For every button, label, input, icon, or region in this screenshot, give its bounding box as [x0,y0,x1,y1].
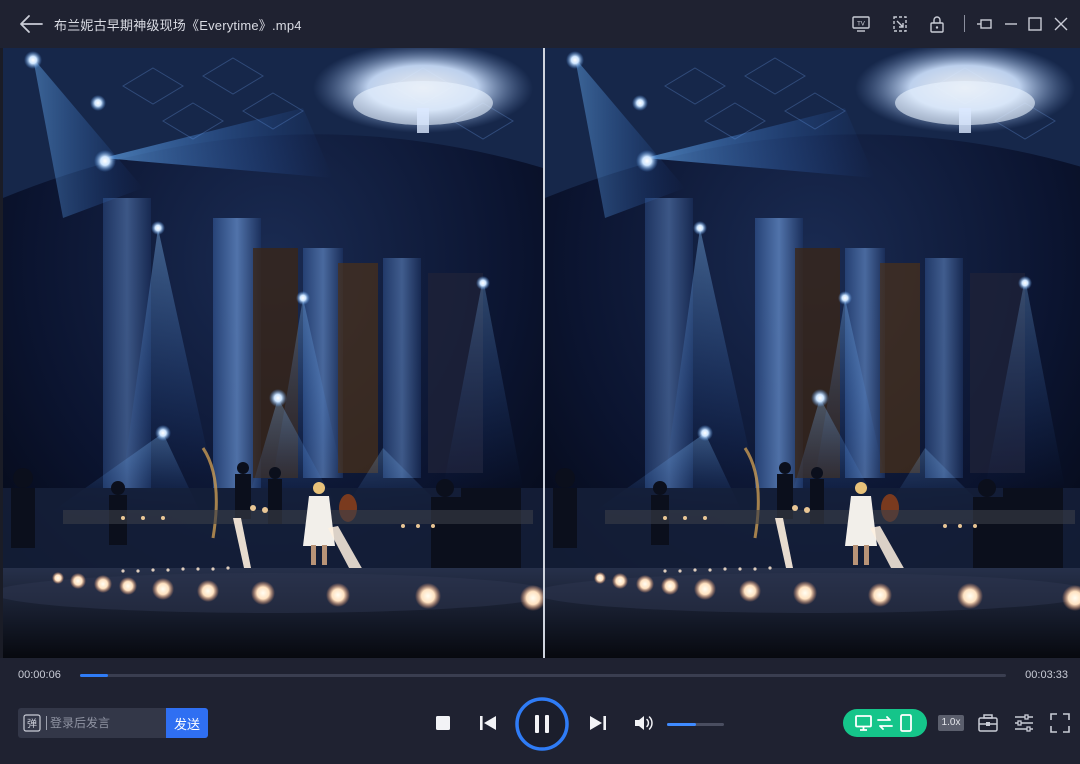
screen-mode-toggle[interactable] [843,709,927,737]
progress-bar[interactable] [80,674,1006,677]
pin-window-icon[interactable] [975,14,995,34]
close-icon[interactable] [1051,14,1071,34]
cast-icon[interactable] [890,14,910,34]
previous-icon[interactable] [478,714,498,732]
send-button[interactable]: 发送 [166,708,208,738]
window-title: 布兰妮古早期神级现场《Everytime》.mp4 [54,18,302,33]
control-bar: 弹 发送 1.0x [0,694,1080,764]
pause-icon[interactable] [514,696,570,752]
minimize-icon[interactable] [1001,14,1021,34]
speed-button[interactable]: 1.0x [938,715,964,731]
input-divider [46,716,47,730]
total-time: 00:03:33 [1025,669,1068,681]
fullscreen-icon[interactable] [1049,712,1071,734]
lock-icon[interactable] [927,14,947,34]
titlebar-separator [964,15,965,32]
danmu-icon-label: 弹 [27,717,37,730]
progress-fill [80,674,108,677]
video-frame-left[interactable] [3,48,543,658]
svg-text:TV: TV [856,21,866,28]
danmu-icon[interactable]: 弹 [23,714,41,732]
equalizer-icon[interactable] [1013,712,1035,734]
progress-row: 00:00:06 00:03:33 [0,658,1080,694]
next-icon[interactable] [588,714,608,732]
danmu-box: 弹 发送 [18,708,208,738]
title-bar: 布兰妮古早期神级现场《Everytime》.mp4 TV [0,0,1080,48]
danmu-input[interactable] [50,708,166,738]
volume-icon[interactable] [633,713,655,733]
video-area[interactable] [0,48,1080,658]
screen-mode-icon [855,714,912,732]
current-time: 00:00:06 [18,669,61,681]
volume-fill [667,723,696,726]
video-frame-right[interactable] [545,48,1080,658]
concert-scene [545,48,1080,658]
stop-icon[interactable] [434,714,452,732]
screenshot-icon[interactable] [977,712,999,734]
back-arrow-icon[interactable] [18,12,44,36]
volume-slider[interactable] [667,723,724,726]
tv-icon[interactable]: TV [851,14,871,34]
concert-scene [3,48,543,658]
maximize-icon[interactable] [1025,14,1045,34]
